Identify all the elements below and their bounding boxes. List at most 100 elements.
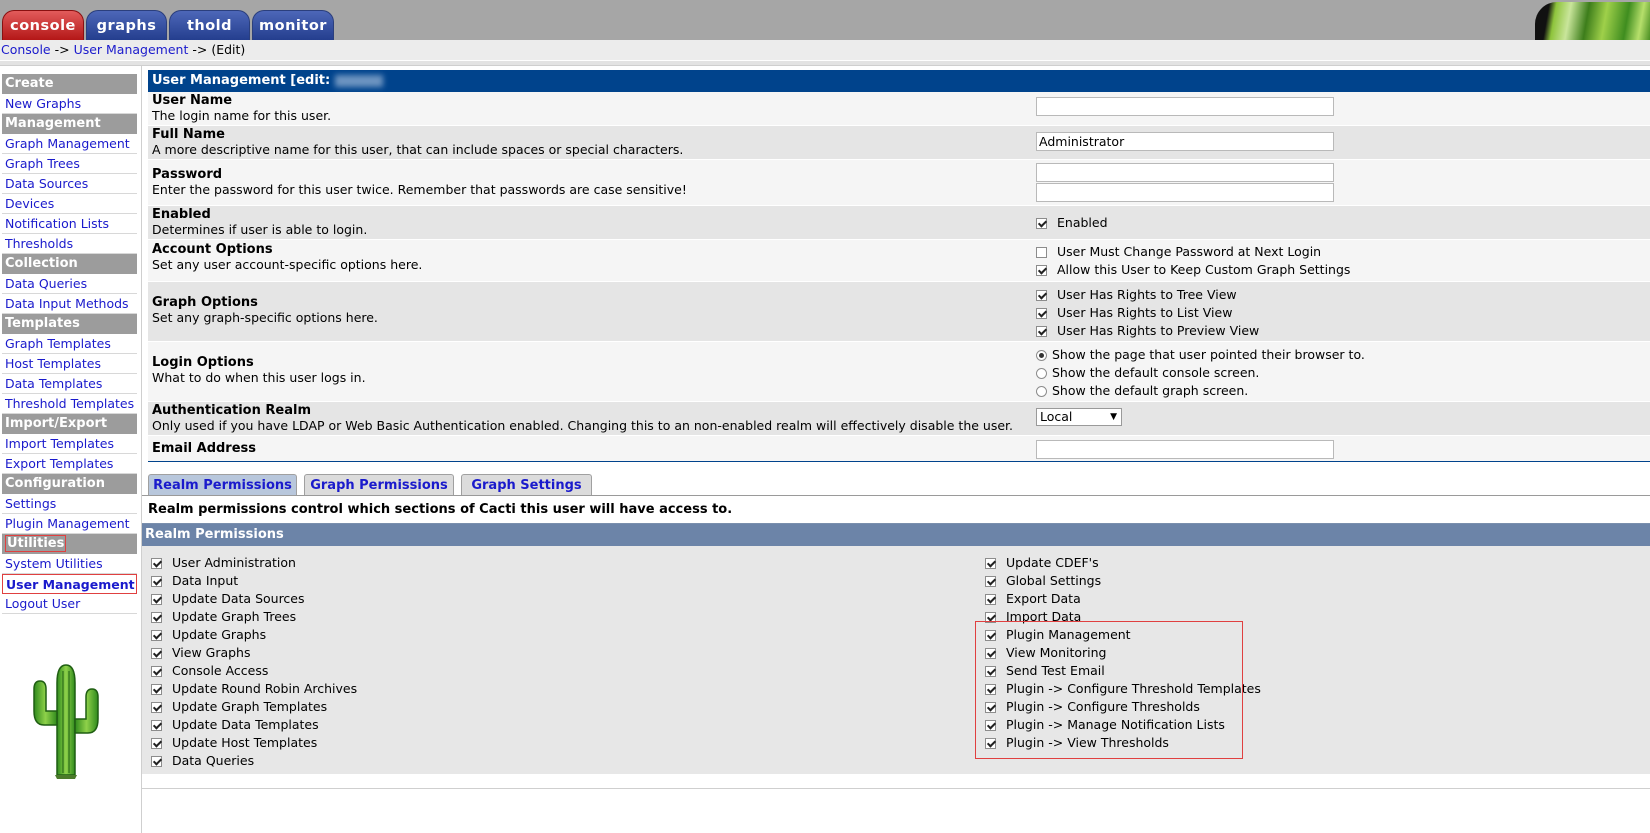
auth-realm-select[interactable]: Local ▼: [1036, 408, 1122, 426]
sidebar-item-host-templates[interactable]: Host Templates: [2, 354, 137, 374]
realm-permission-checkbox[interactable]: [985, 593, 996, 605]
sidebar-header-collection-methods: Collection Methods: [2, 254, 137, 291]
sidebar-item-export-templates[interactable]: Export Templates: [2, 454, 137, 474]
tab-thold[interactable]: thold: [169, 10, 250, 40]
login-option-label: Show the page that user pointed their br…: [1052, 347, 1365, 362]
tab-monitor[interactable]: monitor: [252, 10, 334, 40]
realm-permission-label: Global Settings: [1006, 573, 1102, 588]
email-label: Email Address: [152, 441, 257, 456]
breadcrumb-separator: ->: [188, 42, 212, 57]
account-options-label: Account Options: [152, 242, 273, 257]
user-edit-form: User Management [edit: User Name The log…: [148, 70, 1650, 462]
sidebar-item-thresholds[interactable]: Thresholds: [2, 234, 137, 254]
sidebar-item-graph-templates[interactable]: Graph Templates: [2, 334, 137, 354]
list-view-rights-checkbox[interactable]: [1036, 307, 1047, 319]
realm-permission-checkbox[interactable]: [151, 755, 162, 767]
sidebar-item-user-management[interactable]: User Management: [2, 574, 137, 594]
realm-permission-update-graphs: Update Graphs: [151, 626, 357, 644]
graph-option: User Has Rights to List View: [1036, 304, 1259, 322]
full-name-input[interactable]: [1036, 132, 1334, 151]
realm-permission-checkbox[interactable]: [151, 719, 162, 731]
sidebar-item-notification-lists[interactable]: Notification Lists: [2, 214, 137, 234]
sidebar-item-data-input-methods[interactable]: Data Input Methods: [2, 294, 137, 314]
sidebar-item-data-templates[interactable]: Data Templates: [2, 374, 137, 394]
row-auth-realm: Authentication Realm Only used if you ha…: [148, 402, 1650, 436]
realm-permission-checkbox[interactable]: [151, 701, 162, 713]
login-option-radio[interactable]: [1036, 385, 1047, 397]
row-login-options: Login Options What to do when this user …: [148, 342, 1650, 402]
realm-permission-label: Update Data Sources: [172, 591, 305, 606]
realm-permission-checkbox[interactable]: [151, 593, 162, 605]
realm-permission-label: Export Data: [1006, 591, 1081, 606]
enabled-checkbox[interactable]: [1036, 217, 1047, 229]
sidebar-item-plugin-management[interactable]: Plugin Management: [2, 514, 137, 534]
realm-permission-label: Console Access: [172, 663, 269, 678]
tree-view-rights-checkbox[interactable]: [1036, 289, 1047, 301]
sidebar-header-configuration: Configuration: [2, 474, 137, 494]
auth-realm-selected: Local: [1040, 409, 1073, 424]
tab-graphs[interactable]: graphs: [86, 10, 167, 40]
realm-permission-label: Update Data Templates: [172, 717, 319, 732]
breadcrumb-console-link[interactable]: Console: [1, 42, 51, 57]
realm-permission-update-round-robin-archives: Update Round Robin Archives: [151, 680, 357, 698]
auth-realm-label: Authentication Realm: [152, 403, 311, 418]
realm-permission-label: Data Input: [172, 573, 239, 588]
sidebar-item-settings[interactable]: Settings: [2, 494, 137, 514]
realm-permission-label: View Graphs: [172, 645, 251, 660]
realm-permission-checkbox[interactable]: [151, 575, 162, 587]
sidebar: Create New Graphs Management Graph Manag…: [2, 74, 137, 614]
sidebar-item-system-utilities[interactable]: System Utilities: [2, 554, 137, 574]
realm-permission-user-administration: User Administration: [151, 554, 357, 572]
login-option-radio[interactable]: [1036, 367, 1047, 379]
email-input[interactable]: [1036, 440, 1334, 459]
realm-permission-checkbox[interactable]: [151, 611, 162, 623]
sidebar-item-data-sources[interactable]: Data Sources: [2, 174, 137, 194]
password-desc: Enter the password for this user twice. …: [152, 182, 687, 197]
sidebar-item-threshold-templates[interactable]: Threshold Templates: [2, 394, 137, 414]
realm-permission-checkbox[interactable]: [151, 665, 162, 677]
realm-permission-global-settings: Global Settings: [985, 572, 1261, 590]
realm-permission-checkbox[interactable]: [151, 647, 162, 659]
sidebar-item-graph-trees[interactable]: Graph Trees: [2, 154, 137, 174]
account-option-label: Allow this User to Keep Custom Graph Set…: [1057, 262, 1351, 277]
breadcrumb-user-management-link[interactable]: User Management: [74, 42, 189, 57]
tab-realm-permissions[interactable]: Realm Permissions: [148, 474, 297, 496]
realm-permission-checkbox[interactable]: [151, 737, 162, 749]
realm-permission-label: Update Host Templates: [172, 735, 318, 750]
login-option-radio[interactable]: [1036, 349, 1047, 361]
tab-graph-settings[interactable]: Graph Settings: [461, 474, 592, 496]
login-options-label: Login Options: [152, 355, 254, 370]
password-confirm-input[interactable]: [1036, 183, 1334, 202]
sidebar-item-logout-user[interactable]: Logout User: [2, 594, 137, 614]
login-options-desc: What to do when this user logs in.: [152, 370, 366, 385]
password-label: Password: [152, 167, 223, 182]
row-enabled: Enabled Determines if user is able to lo…: [148, 206, 1650, 240]
keep-custom-graph-settings-checkbox[interactable]: [1036, 264, 1047, 276]
realm-left-column: User Administration Data Input Update Data…: [151, 554, 357, 770]
realm-permissions-panel: Realm Permissions User Administration Dat…: [142, 523, 1650, 774]
sidebar-item-new-graphs[interactable]: New Graphs: [2, 94, 137, 114]
preview-view-rights-checkbox[interactable]: [1036, 325, 1047, 337]
sidebar-header-management: Management: [2, 114, 137, 134]
sidebar-header-import-export: Import/Export: [2, 414, 137, 434]
user-name-input[interactable]: [1036, 97, 1334, 116]
tab-graph-permissions[interactable]: Graph Permissions: [304, 474, 454, 496]
sidebar-item-data-queries[interactable]: Data Queries: [2, 274, 137, 294]
realm-permission-label: Update CDEF's: [1006, 555, 1099, 570]
sidebar-item-devices[interactable]: Devices: [2, 194, 137, 214]
realm-permission-checkbox[interactable]: [151, 629, 162, 641]
auth-realm-desc: Only used if you have LDAP or Web Basic …: [152, 418, 1014, 433]
user-name-desc: The login name for this user.: [152, 108, 332, 123]
password-input[interactable]: [1036, 163, 1334, 182]
sidebar-item-graph-management[interactable]: Graph Management: [2, 134, 137, 154]
tab-console[interactable]: console: [2, 10, 84, 40]
account-option: Allow this User to Keep Custom Graph Set…: [1036, 261, 1350, 279]
must-change-password-checkbox[interactable]: [1036, 246, 1047, 258]
realm-permission-checkbox[interactable]: [985, 575, 996, 587]
realm-permission-checkbox[interactable]: [985, 557, 996, 569]
sidebar-item-import-templates[interactable]: Import Templates: [2, 434, 137, 454]
realm-permission-checkbox[interactable]: [151, 683, 162, 695]
realm-permission-checkbox[interactable]: [151, 557, 162, 569]
full-name-label: Full Name: [152, 127, 225, 142]
login-option: Show the default console screen.: [1036, 364, 1365, 382]
